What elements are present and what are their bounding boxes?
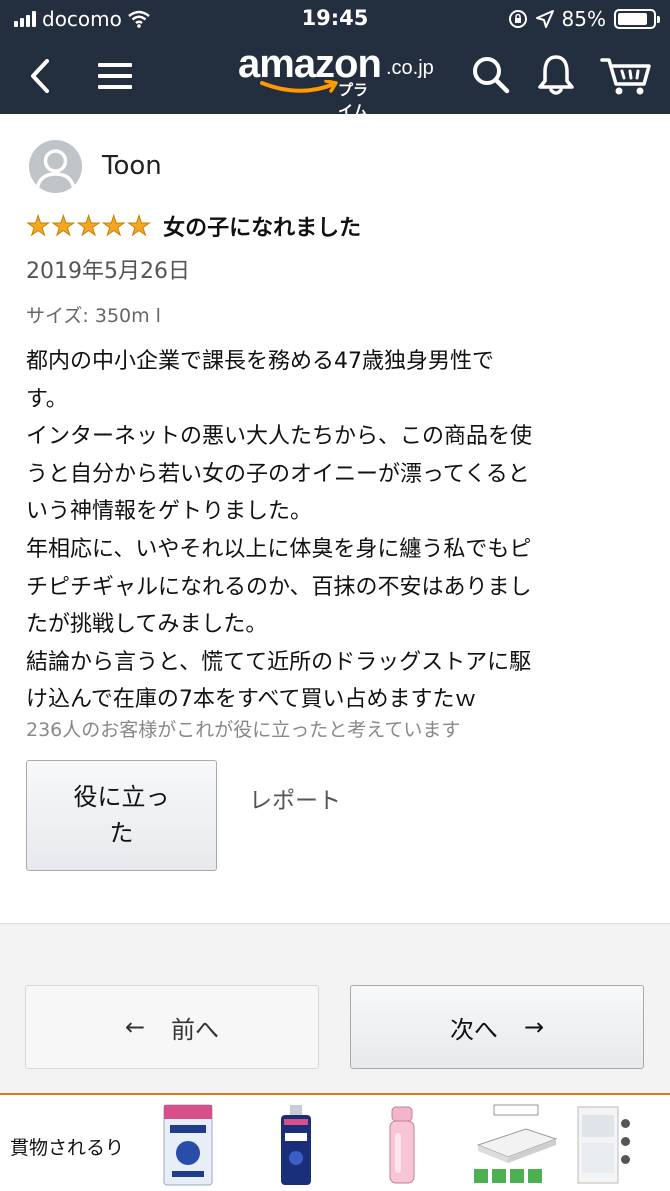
review-date: 2019年5月26日 [26,259,190,284]
product-box-image [577,1106,619,1184]
helpful-button[interactable]: 役に立っ た [26,760,217,871]
review-body-line: うと自分から若い女の子のオイニーが漂ってくると [26,461,530,487]
review-body-line: す。 [26,386,68,412]
default-user-icon [35,149,76,191]
amazon-logo[interactable]: amazon .co.jp プライム [238,42,434,120]
review-body-line: 結論から言うと、慌てて近所のドラッグストアに駆 [26,649,532,675]
star-icon: ★ [126,210,152,242]
menu-button[interactable] [92,53,138,99]
next-review-button[interactable]: 次へ → [350,985,644,1069]
cart-button[interactable] [598,50,654,100]
cart-icon [600,58,651,95]
review-body-line: 都内の中小企業で課長を務める47歳独身男性で [26,349,494,374]
review-author[interactable]: Toon [102,151,162,181]
star-icon: ★ [51,210,76,242]
product-variant: サイズ: 350m l [26,305,161,327]
helpful-count: 236人のお客様がこれが役に立ったと考えています [26,719,461,741]
hdmi-adapter-image [470,1103,562,1187]
review-body-line: け込んで在庫の7本をすべて買い占めますたｗ [26,687,477,713]
search-icon [473,57,510,94]
logo-prime: プライム [338,81,369,120]
product-thumbnail[interactable] [470,1103,562,1191]
hamburger-menu-icon [98,63,132,89]
recommendation-strip: 貫物されるり [0,1093,670,1191]
search-button[interactable] [468,52,514,98]
product-thumbnail[interactable] [576,1103,620,1191]
recommendation-label: 貫物されるり [10,1137,125,1159]
deodorant-pouch-image [163,1104,213,1186]
status-right: 85% [508,7,660,31]
deodorant-bottle-image [281,1105,311,1185]
helpful-button-label-line1: 役に立っ [73,783,170,811]
left-arrow-icon: ← [124,1013,146,1041]
product-thumbnail[interactable] [278,1103,314,1191]
water-bottle-image [389,1106,415,1184]
bell-icon [538,55,574,95]
report-link[interactable]: レポート [249,781,341,815]
top-nav-bar: amazon .co.jp プライム [0,38,670,120]
star-rating: ★ ★ ★ ★ ★ [25,210,152,242]
prev-review-button[interactable]: ← 前へ [25,985,319,1069]
notifications-button[interactable] [533,50,579,100]
star-icon: ★ [25,210,51,242]
helpful-button-label-line2: た [109,819,134,847]
avatar[interactable] [29,140,82,193]
rating-row: ★ ★ ★ ★ ★ 女の子になれました [25,210,362,242]
status-bar: docomo 19:45 85% [0,0,670,38]
logo-smile-icon [260,80,338,93]
battery-percent: 85% [561,7,606,31]
review-body-line: たが挑戦してみました。 [26,612,268,638]
review-body-line: 年相応に、いやそれ以上に体臭を身に纏う私でもピ [26,536,532,562]
location-icon [535,10,554,28]
review-body-line: いう神情報をゲトりました。 [26,499,313,525]
star-icon: ★ [101,210,126,242]
logo-domain: .co.jp [386,57,434,79]
back-chevron-icon [31,59,49,93]
back-button[interactable] [20,53,60,99]
product-thumbnail[interactable] [162,1103,214,1191]
pagination-area: ← 前へ 次へ → [0,923,670,1093]
review-body-line: インターネットの悪い大人たちから、この商品を使 [26,424,533,450]
battery-icon [614,9,660,29]
review-body: 都内の中小企業で課長を務める47歳独身男性で す。 インターネットの悪い大人たち… [26,343,644,719]
orientation-lock-icon [508,10,527,28]
review-body-line: チピチギャルになれるのか、百抹の不安はありまし [26,574,532,600]
review-title: 女の子になれました [163,216,362,241]
more-options-icon[interactable] [621,1119,630,1164]
next-label: 次へ [449,1015,498,1044]
star-icon: ★ [76,210,101,242]
right-arrow-icon: → [523,1013,545,1041]
product-thumbnail[interactable] [386,1103,420,1191]
prev-label: 前へ [171,1015,220,1044]
